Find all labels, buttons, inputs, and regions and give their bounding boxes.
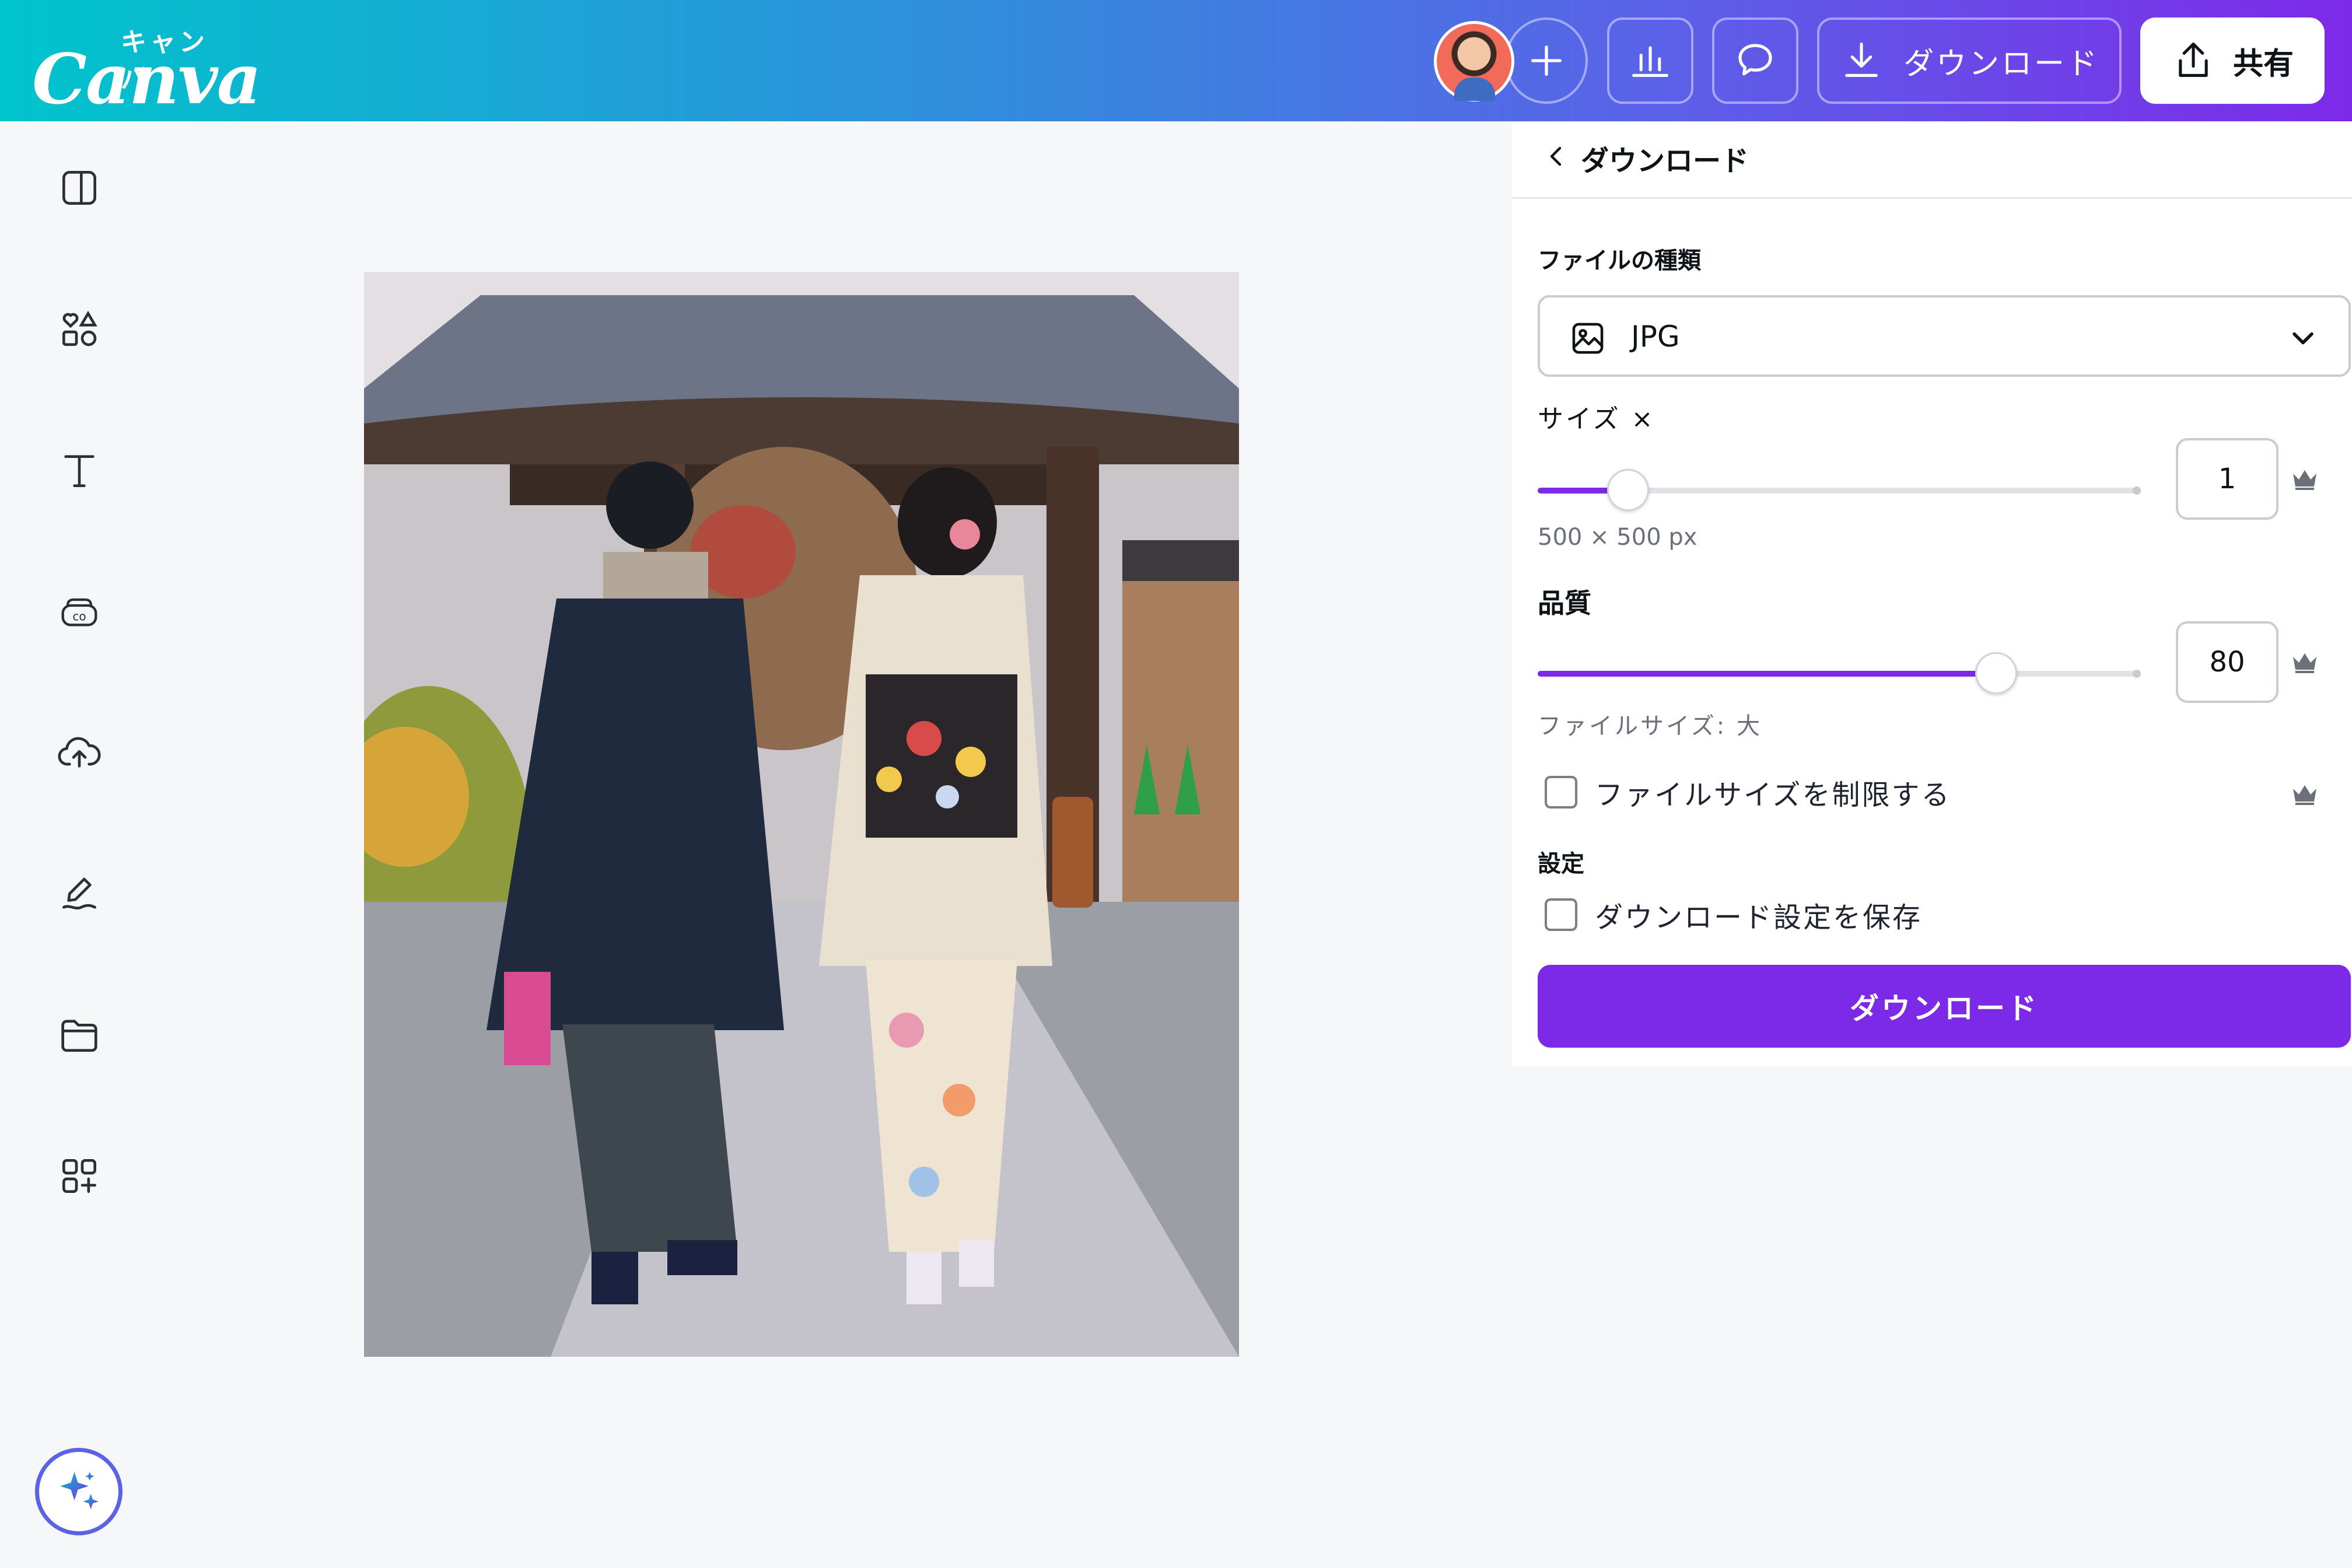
magic-assistant-button[interactable] [35, 1448, 123, 1535]
quality-slider-end [2133, 670, 2141, 678]
share-icon [2179, 42, 2208, 77]
avatar[interactable] [1434, 21, 1514, 102]
file-size-hint: ファイルサイズ: 大 [1538, 713, 1762, 740]
draw-tab[interactable] [54, 868, 105, 919]
uploads-icon [58, 737, 101, 768]
dimensions-hint: 500 × 500 px [1538, 524, 1698, 551]
panel-title: ダウンロード [1581, 145, 1749, 177]
elements-icon [62, 310, 97, 346]
download-toolbar-label: ダウンロード [1903, 46, 2099, 82]
quality-slider-thumb[interactable] [1975, 652, 2017, 694]
uploads-tab[interactable] [54, 727, 105, 778]
chevron-left-icon [1550, 146, 1562, 166]
brand-tab[interactable]: co [54, 586, 105, 637]
size-slider[interactable] [1538, 469, 2141, 511]
add-collaborator-button[interactable] [1505, 18, 1588, 104]
file-type-value: JPG [1631, 320, 1680, 354]
analytics-button[interactable] [1607, 18, 1693, 104]
save-settings-checkbox[interactable] [1545, 898, 1577, 931]
apps-tab[interactable] [54, 1150, 105, 1202]
settings-label: 設定 [1538, 850, 1584, 877]
logo-wordmark: Canva [32, 38, 261, 120]
apps-icon [62, 1159, 97, 1193]
size-input[interactable]: 1 [2176, 438, 2278, 520]
comment-button[interactable] [1712, 18, 1798, 104]
download-toolbar-button[interactable]: ダウンロード [1817, 18, 2122, 104]
limit-size-label: ファイルサイズを制限する [1595, 779, 1951, 811]
pro-crown-icon [2293, 785, 2316, 805]
chevron-down-icon [2292, 332, 2314, 345]
layout-icon [62, 171, 96, 205]
projects-tab[interactable] [54, 1009, 105, 1060]
kimono-couple-photo [364, 272, 1239, 1357]
comment-icon [1738, 44, 1772, 76]
file-type-select[interactable]: JPG [1538, 295, 2351, 377]
size-label: サイズ × [1538, 404, 1656, 434]
draw-icon [62, 877, 97, 910]
back-button[interactable] [1539, 139, 1574, 174]
text-icon [64, 455, 94, 487]
download-button[interactable]: ダウンロード [1538, 965, 2351, 1048]
projects-icon [61, 1020, 97, 1052]
elements-tab[interactable] [54, 303, 105, 355]
share-label: 共有 [2232, 46, 2294, 82]
magic-icon [60, 1472, 99, 1509]
limit-size-checkbox[interactable] [1545, 776, 1577, 808]
download-panel: ダウンロード ファイルの種類 JPG サイズ × 1 500 × 500 px … [1512, 121, 2352, 1066]
quality-label: 品質 [1538, 587, 1591, 619]
size-slider-end [2133, 487, 2141, 495]
brand-icon: co [61, 598, 97, 626]
pro-crown-icon [2293, 470, 2316, 490]
avatar-shirt [1454, 78, 1495, 101]
limit-size-row[interactable]: ファイルサイズを制限する [1545, 775, 1951, 811]
size-slider-thumb[interactable] [1607, 469, 1649, 511]
share-button[interactable]: 共有 [2140, 18, 2325, 104]
plus-icon [1531, 46, 1562, 76]
download-icon [1845, 42, 1878, 77]
svg-text:co: co [72, 609, 86, 623]
design-tab[interactable] [54, 162, 105, 214]
text-tab[interactable] [54, 444, 105, 496]
analytics-icon [1632, 46, 1669, 77]
save-settings-label: ダウンロード設定を保存 [1595, 901, 1923, 934]
quality-slider[interactable] [1538, 652, 2141, 694]
image-file-icon [1572, 323, 1604, 354]
save-settings-row[interactable]: ダウンロード設定を保存 [1545, 897, 1923, 934]
pro-crown-icon [2293, 653, 2316, 673]
top-bar: キャンバ Canva ダウンロード 共有 [0, 0, 2352, 121]
quality-input[interactable]: 80 [2176, 621, 2278, 703]
download-panel-header: ダウンロード [1512, 121, 2352, 199]
canva-logo[interactable]: キャンバ Canva [32, 21, 261, 120]
quality-slider-fill [1538, 671, 1996, 677]
canvas-photo[interactable] [364, 272, 1239, 1357]
file-type-label: ファイルの種類 [1538, 247, 1701, 274]
